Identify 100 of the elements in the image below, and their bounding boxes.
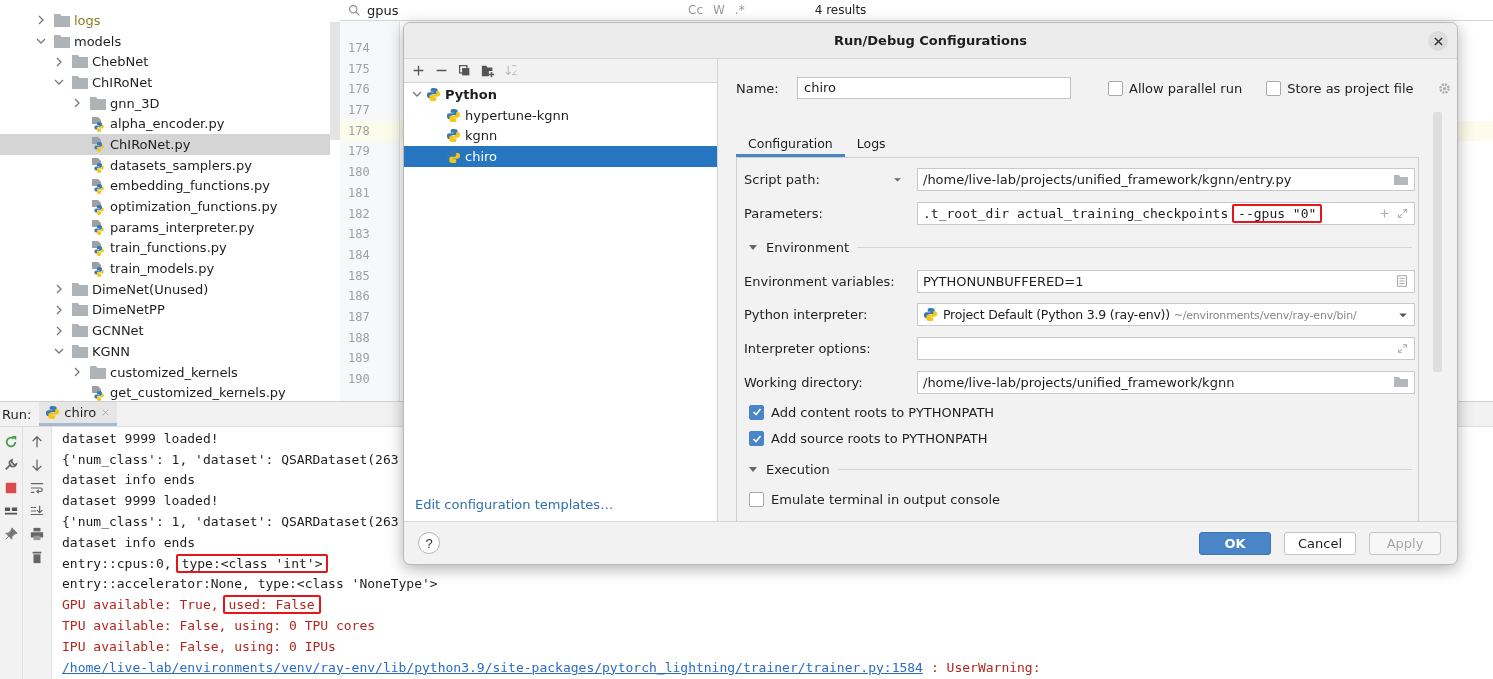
checkmark-icon [751,407,762,418]
chevron-icon[interactable] [54,304,64,315]
python-file-icon [90,198,106,215]
python-icon [446,128,461,144]
close-icon[interactable] [1433,36,1443,46]
chevron-icon[interactable] [36,15,46,26]
pin-icon[interactable] [4,527,18,541]
tree-item[interactable]: optimization_functions.py [0,196,330,217]
interpreter-select[interactable]: Project Default (Python 3.9 (ray-env)) ~/environments/venv/ray-env/bin/ [917,303,1415,327]
chevron-icon[interactable] [54,325,64,336]
copy-icon[interactable] [458,64,471,77]
field-label: Environment variables: [744,273,895,289]
line-number: 180 [347,164,371,182]
line-number: 181 [347,184,371,202]
checkbox-label[interactable]: Store as project file [1287,80,1414,96]
down-arrow-icon[interactable] [30,458,44,472]
tree-item[interactable]: train_functions.py [0,237,330,259]
tree-item[interactable]: DimeNet(Unused) [0,278,330,300]
tree-item[interactable]: models [0,30,330,52]
chevron-icon[interactable] [54,284,64,295]
tree-item[interactable]: params_interpreter.py [0,216,330,238]
tree-item[interactable]: gnn_3D [0,92,330,114]
checkbox[interactable] [749,431,764,447]
dialog-button[interactable]: OK [1199,531,1271,555]
checkbox-label[interactable]: Allow parallel run [1129,80,1243,96]
trash-icon[interactable] [30,550,44,564]
field-label: Script path: [744,172,820,188]
checkbox-label[interactable]: Emulate terminal in output console [771,491,1001,507]
tree-item[interactable]: Python [404,84,717,105]
scroll-to-end-icon[interactable] [30,504,44,518]
line-number: 188 [347,329,371,347]
tree-item[interactable]: get_customized_kernels.py [0,382,330,404]
tree-item[interactable]: alpha_encoder.py [0,113,330,135]
tab[interactable]: Configuration [736,132,845,157]
line-number: 177 [347,102,371,120]
tree-item[interactable]: embedding_functions.py [0,175,330,197]
stop-icon[interactable] [4,481,18,495]
input-field[interactable]: /home/live-lab/projects/unified_framework/kgnn/entry.py [917,168,1415,192]
input-field[interactable] [917,337,1415,361]
tree-item[interactable]: logs [0,10,330,31]
checkbox[interactable] [749,404,764,420]
line-number: 186 [347,288,371,306]
line-number: 174 [347,40,371,57]
chevron-icon[interactable] [54,56,64,67]
python-icon [45,405,61,420]
search-field[interactable]: gpus [367,2,399,18]
templates-link[interactable]: Edit configuration templates… [404,497,717,521]
section-title: Execution [766,461,830,477]
wrench-icon[interactable] [4,458,18,472]
tree-item[interactable]: datasets_samplers.py [0,154,330,176]
tree-item[interactable]: KGNN [0,341,330,362]
dialog-button[interactable]: Cancel [1284,531,1356,555]
input-field[interactable]: /home/live-lab/projects/unified_framework/kgnn [917,370,1415,394]
python-icon [426,86,441,102]
folder-icon [72,75,88,89]
document-icon[interactable] [1395,274,1409,289]
chevron-icon[interactable] [72,367,82,378]
field-label: Name: [736,80,780,96]
chevron-icon[interactable] [72,98,82,109]
add-icon[interactable] [412,64,425,77]
tree-item[interactable]: ChIRoNet.py [0,134,330,155]
highlight-box: --gpus "0" [1232,204,1323,224]
help-button[interactable]: ? [418,532,440,554]
line-number: 178 [340,120,399,142]
tree-item[interactable]: train_models.py [0,258,330,279]
tab[interactable]: Logs [844,132,898,157]
print-icon[interactable] [30,527,44,541]
checkbox[interactable] [1108,80,1123,96]
checkbox-label[interactable]: Add content roots to PYTHONPATH [771,404,995,420]
section-title: Environment [766,239,849,255]
input-field[interactable]: PYTHONUNBUFFERED=1 [917,269,1415,293]
tree-item[interactable]: chiro [404,146,717,167]
run-tab[interactable]: chiro [39,402,118,426]
rerun-icon[interactable] [4,435,18,449]
close-button[interactable] [1428,31,1448,51]
new-folder-icon[interactable] [481,63,495,78]
search-icon[interactable] [348,3,361,17]
checkbox[interactable] [1266,80,1282,96]
tree-item[interactable]: ChIRoNet [0,72,330,93]
tree-item[interactable]: kgnn [404,125,717,147]
folder-icon [90,365,106,379]
python-file-icon [90,384,106,401]
field-label: Parameters: [744,206,823,222]
file-link[interactable]: /home/live-lab/environments/venv/ray-env/lib/python3.9/site-packages/pytorch_lightning/trainer/trainer.py:1584 [62,659,923,675]
scrollbar[interactable] [330,22,340,140]
line-number: 179 [347,143,371,161]
up-arrow-icon[interactable] [30,435,44,449]
python-file-icon [90,136,106,153]
tree-item[interactable]: hypertune-kgnn [404,104,717,126]
tree-item[interactable]: GCNNet [0,320,330,341]
checkbox-label[interactable]: Add source roots to PYTHONPATH [771,431,988,447]
tree-item[interactable]: customized_kernels [0,361,330,383]
checkbox[interactable] [749,491,764,507]
folder-icon [72,344,88,358]
tree-item[interactable]: ChebNet [0,51,330,73]
name-field[interactable]: chiro [797,77,1071,99]
soft-wrap-icon[interactable] [30,481,44,495]
tree-item[interactable]: DimeNetPP [0,299,330,321]
folder-icon [72,324,88,338]
console-text: TPU available: False, using: 0 TPU cores [62,618,376,634]
